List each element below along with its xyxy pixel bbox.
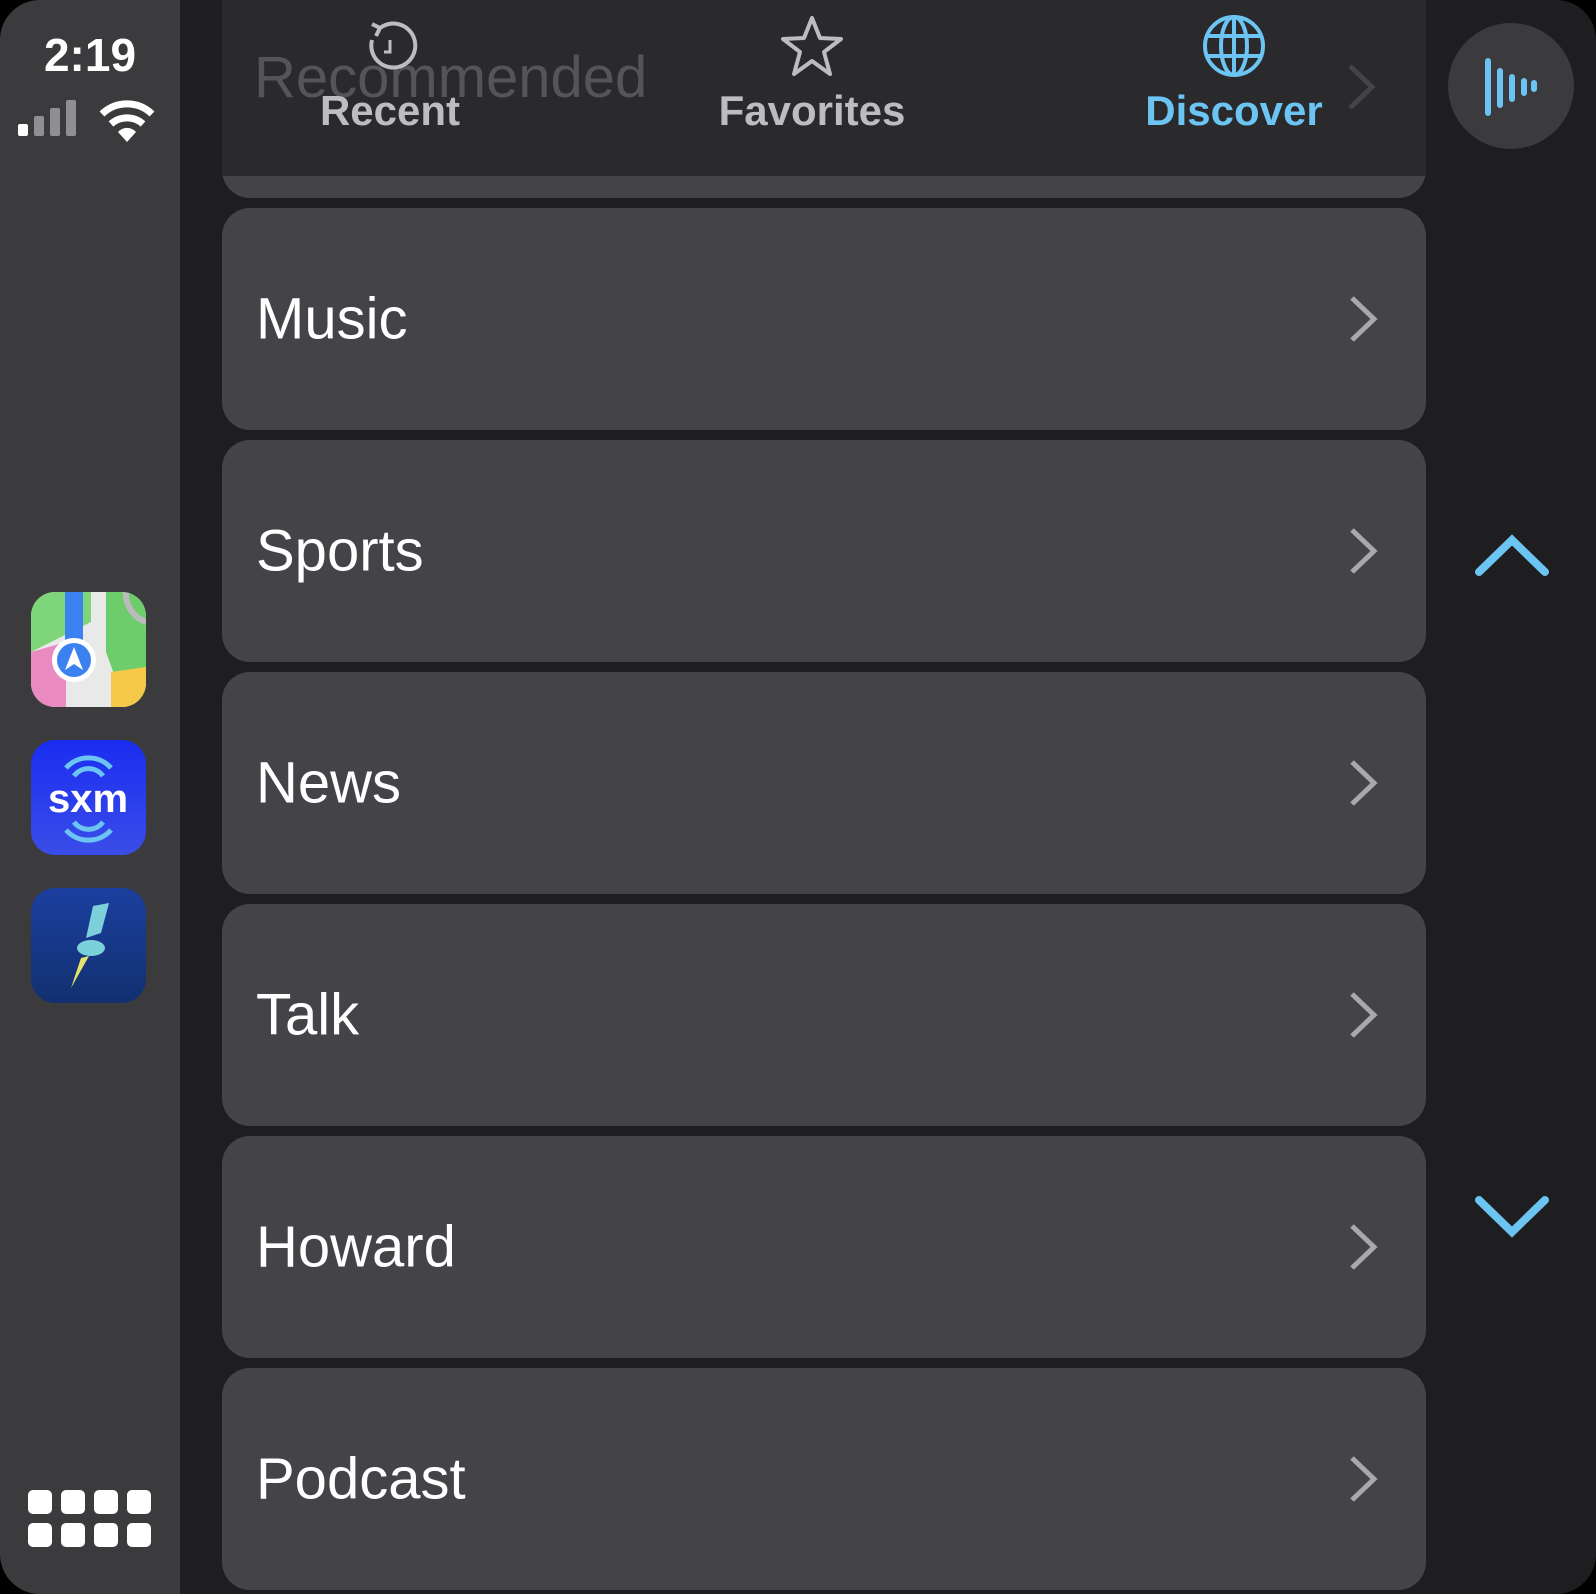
- chevron-right-icon: [1350, 760, 1378, 806]
- category-list: Music Sports News Talk Howard Podcast: [222, 0, 1426, 1594]
- scroll-down-button[interactable]: [1474, 1192, 1550, 1242]
- now-playing-button[interactable]: [1448, 23, 1574, 149]
- category-row-music[interactable]: Music: [222, 208, 1426, 430]
- chevron-right-icon: [1350, 1456, 1378, 1502]
- chevron-right-icon: [1350, 528, 1378, 574]
- audio-waveform-icon: [1485, 58, 1537, 116]
- scroll-up-button[interactable]: [1474, 530, 1550, 580]
- carplay-screen: 2:19 sxm Recommended Recent Favorites Di…: [0, 0, 1596, 1594]
- wifi-icon: [99, 100, 155, 142]
- category-row-talk[interactable]: Talk: [222, 904, 1426, 1126]
- chevron-right-icon: [1350, 1224, 1378, 1270]
- clock: 2:19: [43, 29, 137, 81]
- carplay-sidebar: 2:19 sxm: [0, 0, 180, 1594]
- maps-app-icon[interactable]: [31, 592, 146, 707]
- siriusxm-app-icon[interactable]: sxm: [31, 740, 146, 855]
- app-grid-icon[interactable]: [28, 1490, 151, 1547]
- category-row-sports[interactable]: Sports: [222, 440, 1426, 662]
- svg-text:sxm: sxm: [48, 777, 128, 821]
- signal-icon: [18, 100, 76, 136]
- chevron-right-icon: [1350, 992, 1378, 1038]
- category-row-howard[interactable]: Howard: [222, 1136, 1426, 1358]
- third-app-icon[interactable]: [31, 888, 146, 1003]
- category-row-podcast[interactable]: Podcast: [222, 1368, 1426, 1590]
- category-row-news[interactable]: News: [222, 672, 1426, 894]
- chevron-right-icon: [1350, 296, 1378, 342]
